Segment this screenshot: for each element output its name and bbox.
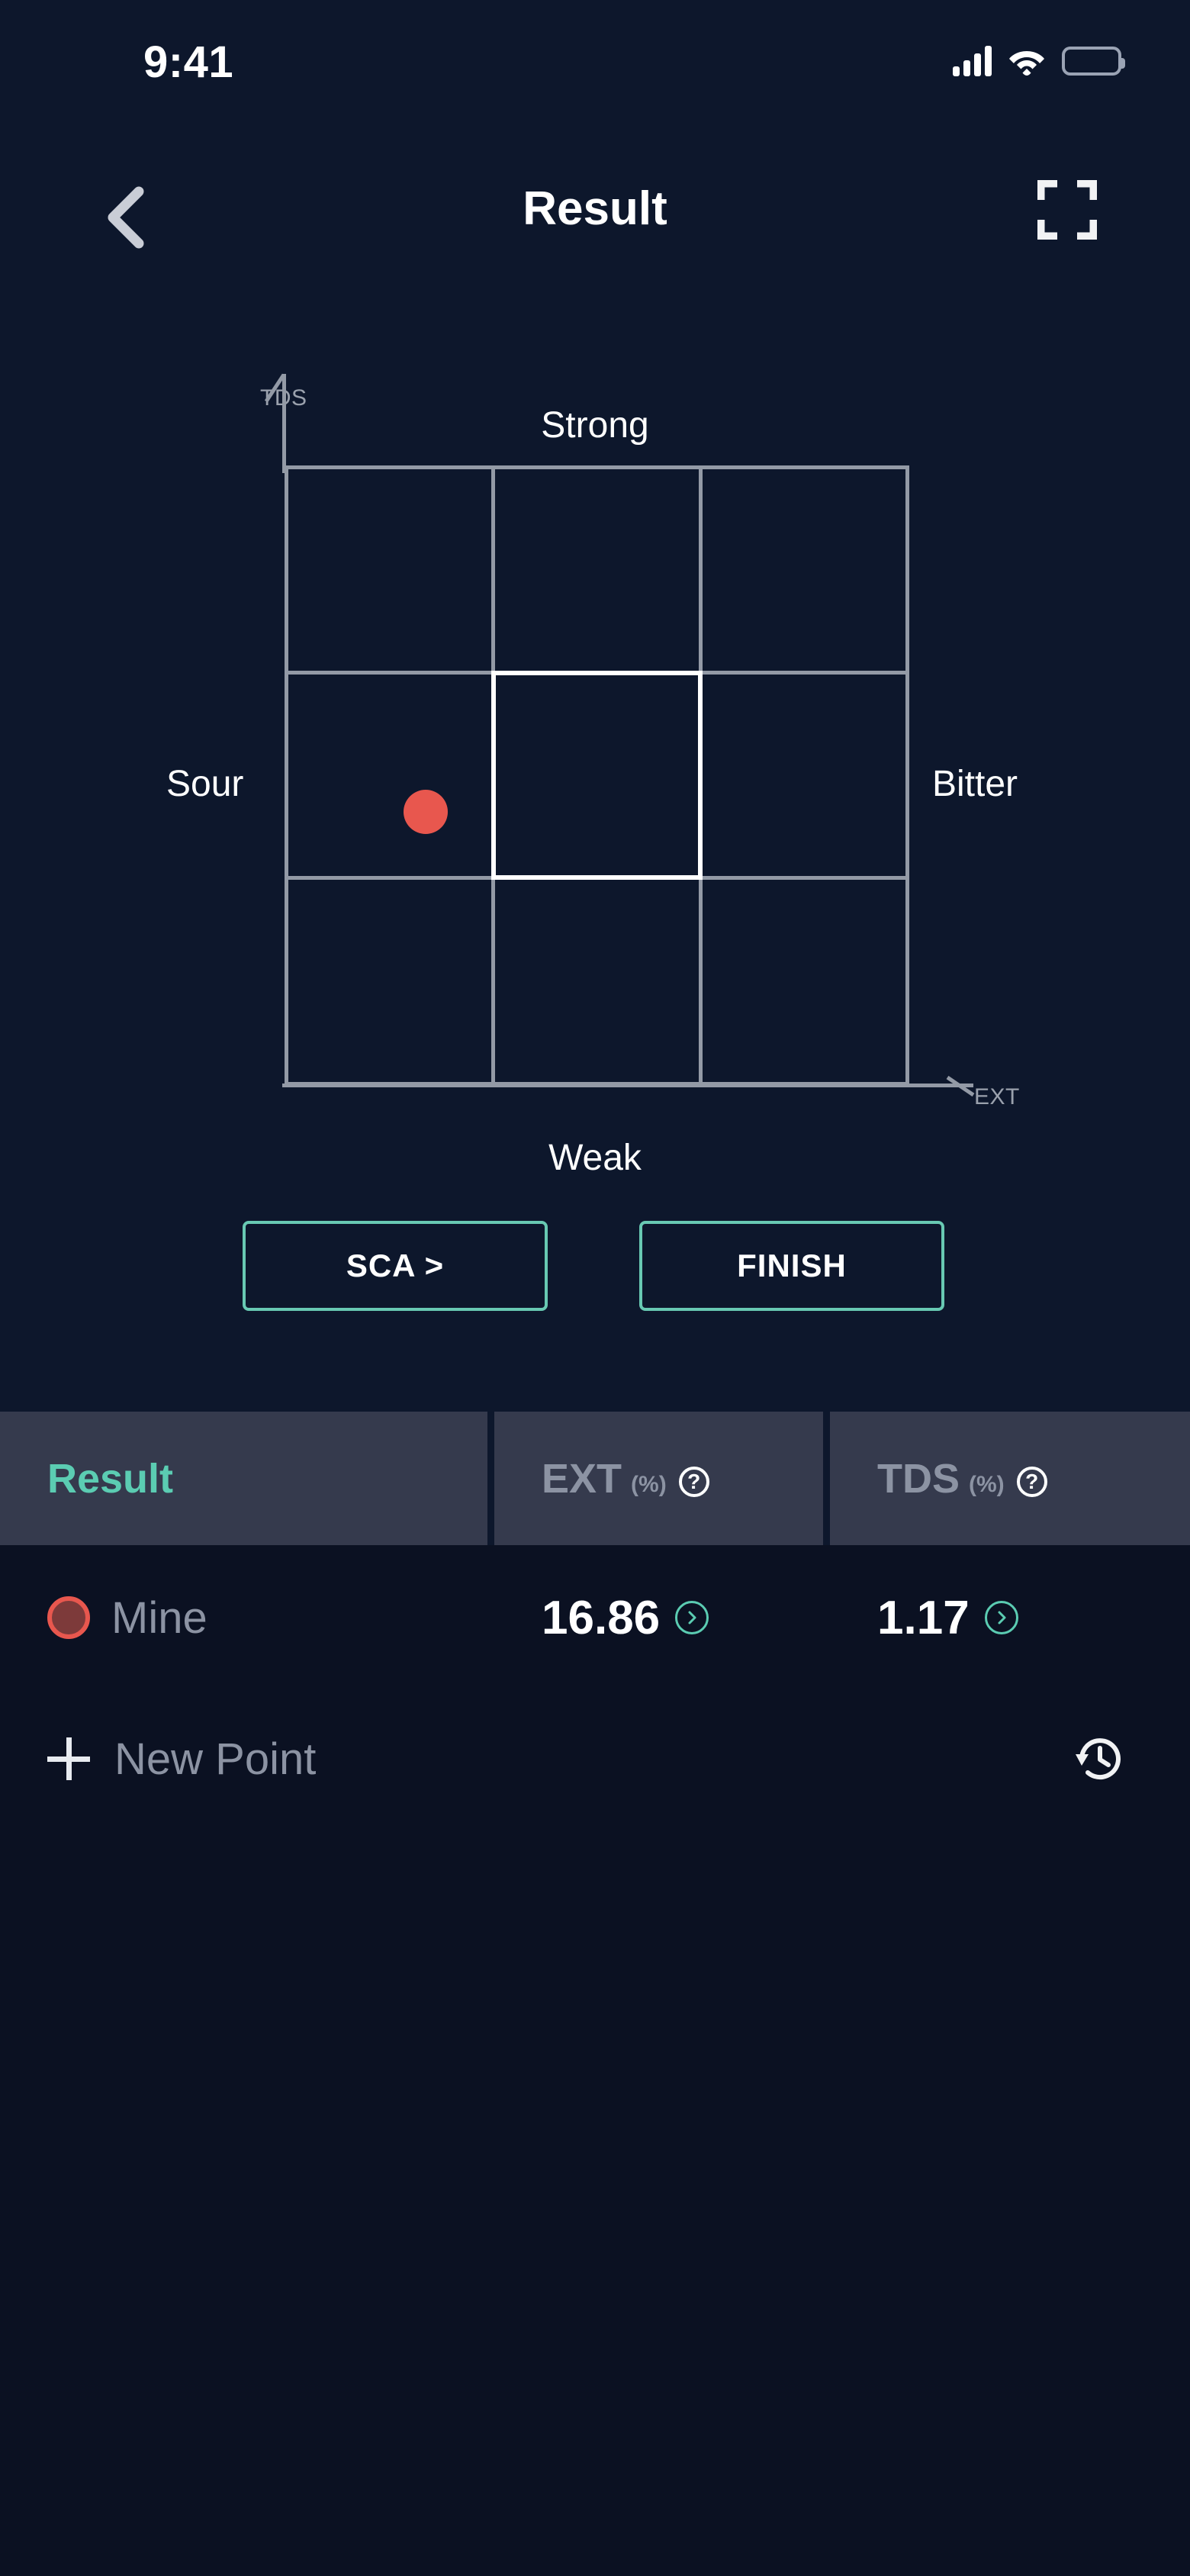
results-table-body: Mine 16.86 1.17 New Point [0, 1545, 1190, 1827]
column-header-result-label: Result [47, 1455, 174, 1502]
column-header-tds-unit: (%) [969, 1471, 1005, 1497]
fullscreen-expand-button[interactable] [1036, 179, 1114, 256]
action-button-row: SCA > FINISH [0, 1221, 1190, 1328]
x-axis-label: EXT [974, 1084, 1020, 1109]
row-name-label: Mine [111, 1592, 207, 1643]
column-header-ext-unit: (%) [631, 1471, 667, 1497]
help-icon-ext[interactable]: ? [678, 1466, 709, 1497]
history-clock-icon[interactable] [1074, 1733, 1126, 1785]
grid-cell-r1c1-ideal-zone[interactable] [491, 670, 703, 881]
status-bar-clock: 9:41 [143, 37, 234, 87]
grid-cell-r2c0[interactable] [284, 876, 496, 1086]
cellular-signal-icon [953, 46, 992, 76]
finish-button[interactable]: FINISH [639, 1221, 944, 1311]
help-icon-tds[interactable]: ? [1016, 1466, 1047, 1497]
chevron-right-circle-icon-ext[interactable] [675, 1601, 709, 1634]
results-table-header: Result EXT (%) ? TDS (%) ? [0, 1412, 1190, 1545]
column-header-tds-label: TDS [877, 1455, 960, 1502]
fullscreen-expand-icon [1036, 179, 1098, 241]
page-title: Result [523, 182, 667, 235]
grid-cell-r2c2[interactable] [698, 876, 910, 1086]
row-name-cell: Mine [0, 1592, 494, 1644]
grid-cell-r0c0[interactable] [284, 465, 496, 675]
grid-cell-r1c0[interactable] [284, 670, 496, 881]
status-bar-icons [953, 46, 1125, 76]
grid-cell-r0c1[interactable] [491, 465, 703, 675]
chart-label-top: Strong [541, 405, 649, 446]
chevron-right-circle-icon-tds[interactable] [984, 1601, 1018, 1634]
row-ext-cell: 16.86 [494, 1591, 830, 1645]
x-axis-arrow [946, 1075, 975, 1097]
column-header-ext[interactable]: EXT (%) ? [494, 1412, 830, 1545]
column-header-ext-label: EXT [542, 1455, 622, 1502]
chart-label-bottom: Weak [548, 1138, 642, 1178]
grid-cell-r1c2[interactable] [698, 670, 910, 881]
y-axis-arrow [264, 373, 286, 403]
battery-icon [1062, 47, 1125, 76]
row-tds-value: 1.17 [877, 1591, 970, 1644]
wifi-icon [1008, 47, 1045, 76]
chart-grid-wrapper [264, 373, 975, 1097]
app-root: 9:41 Result EXT Strong Weak Sour Bitter … [0, 0, 1190, 2576]
sca-button[interactable]: SCA > [243, 1221, 548, 1311]
status-bar: 9:41 [0, 0, 1190, 114]
column-header-tds[interactable]: TDS (%) ? [830, 1412, 1183, 1545]
grid-cell-r0c2[interactable] [698, 465, 910, 675]
chart-grid [284, 465, 910, 1086]
chart-panel: 9:41 Result EXT Strong Weak Sour Bitter … [0, 0, 1190, 1412]
plus-icon[interactable] [47, 1737, 90, 1780]
new-point-label: New Point [114, 1734, 317, 1784]
column-header-result[interactable]: Result [0, 1412, 494, 1545]
table-row[interactable]: Mine 16.86 1.17 [0, 1545, 1190, 1690]
brew-control-chart: TDS EXT Strong Weak Sour Bitter [0, 328, 1190, 1183]
chart-label-right: Bitter [932, 764, 1018, 804]
navigation-bar: Result [0, 175, 1190, 282]
new-point-row[interactable]: New Point [0, 1690, 1190, 1827]
grid-cell-r2c1[interactable] [491, 876, 703, 1086]
row-tds-cell: 1.17 [830, 1591, 1183, 1645]
chart-label-left: Sour [166, 764, 244, 804]
row-ext-value: 16.86 [542, 1591, 661, 1644]
point-color-swatch-icon [47, 1596, 90, 1639]
